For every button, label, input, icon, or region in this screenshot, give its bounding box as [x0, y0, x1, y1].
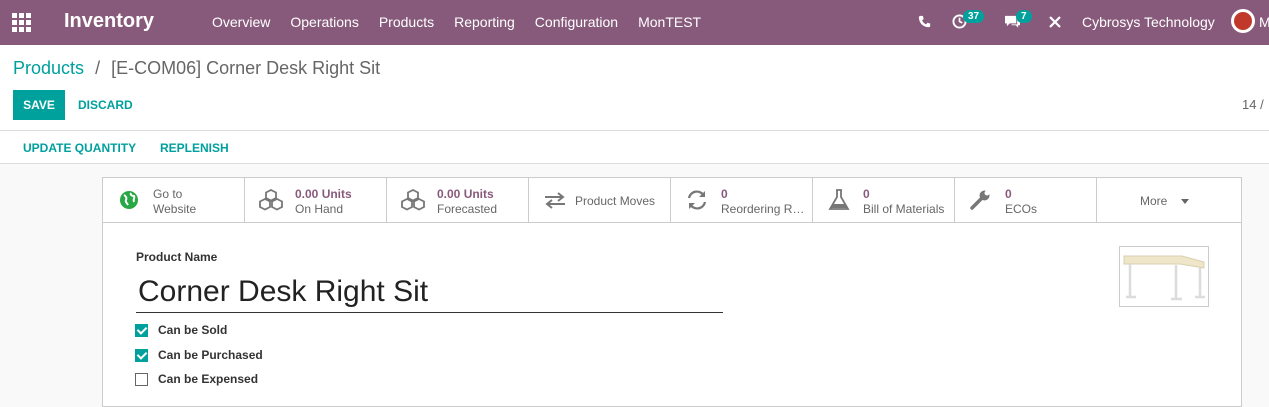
messages-count-badge: 7: [1016, 10, 1032, 23]
more-label: More: [1140, 194, 1168, 208]
smart-buttons-row: Go to Website 0.00 Units On Hand 0.00 Un…: [103, 178, 1241, 223]
pager-counter[interactable]: 14 /: [1242, 97, 1264, 112]
breadcrumb-separator: /: [95, 58, 101, 78]
cubes-icon: [259, 189, 283, 211]
update-quantity-button[interactable]: UPDATE QUANTITY: [23, 141, 136, 155]
product-moves-button[interactable]: Product Moves: [529, 178, 671, 222]
discard-button[interactable]: DISCARD: [78, 98, 133, 112]
product-name-label: Product Name: [136, 250, 218, 264]
bom-count: 0: [863, 187, 870, 201]
forecasted-value: 0.00 Units: [437, 187, 494, 201]
close-icon[interactable]: [1049, 16, 1061, 28]
wrench-icon: [970, 190, 990, 210]
more-dropdown[interactable]: More: [1097, 178, 1239, 222]
globe-icon: [120, 191, 138, 209]
activity-count-badge: 37: [963, 10, 985, 23]
cubes-icon: [401, 189, 425, 211]
breadcrumb: Products / [E-COM06] Corner Desk Right S…: [13, 58, 380, 79]
can-be-expensed-label: Can be Expensed: [158, 372, 259, 386]
flask-icon: [828, 189, 850, 210]
bill-of-materials-button[interactable]: 0 Bill of Materials: [813, 178, 955, 222]
can-be-sold-label: Can be Sold: [158, 323, 228, 337]
on-hand-button[interactable]: 0.00 Units On Hand: [245, 178, 387, 222]
user-name-initial[interactable]: M: [1259, 14, 1269, 30]
can-be-purchased-checkbox[interactable]: [135, 349, 148, 362]
exchange-icon: [545, 192, 565, 209]
desk-image: [1123, 255, 1205, 301]
menu-item-configuration[interactable]: Configuration: [535, 14, 618, 30]
company-switcher[interactable]: Cybrosys Technology: [1082, 14, 1215, 30]
menu-item-operations[interactable]: Operations: [290, 14, 358, 30]
smart-line2: Website: [153, 202, 197, 216]
menu-item-reporting[interactable]: Reporting: [454, 14, 515, 30]
menu-item-products[interactable]: Products: [379, 14, 434, 30]
can-be-expensed-checkbox[interactable]: [135, 373, 148, 386]
refresh-icon: [687, 190, 707, 210]
smart-line1: Go to: [153, 187, 183, 201]
main-menu: Overview Operations Products Reporting C…: [212, 14, 721, 30]
product-name-input[interactable]: [136, 271, 723, 313]
forecasted-label: Forecasted: [437, 202, 498, 216]
form-statusbar: UPDATE QUANTITY REPLENISH: [0, 130, 1269, 164]
app-title[interactable]: Inventory: [64, 10, 154, 33]
ecos-button[interactable]: 0 ECOs: [955, 178, 1097, 222]
ecos-count: 0: [1005, 187, 1012, 201]
go-to-website-button[interactable]: Go to Website: [103, 178, 245, 222]
product-moves-label: Product Moves: [575, 194, 656, 208]
user-avatar[interactable]: [1231, 9, 1255, 33]
replenish-button[interactable]: REPLENISH: [160, 141, 229, 155]
breadcrumb-current: [E-COM06] Corner Desk Right Sit: [111, 58, 381, 78]
ecos-label: ECOs: [1005, 202, 1038, 216]
save-button[interactable]: SAVE: [13, 90, 65, 120]
can-be-sold-checkbox[interactable]: [135, 324, 148, 337]
apps-menu-icon[interactable]: [12, 13, 31, 32]
bom-label: Bill of Materials: [863, 202, 945, 216]
control-panel: Products / [E-COM06] Corner Desk Right S…: [0, 45, 1269, 130]
product-image[interactable]: [1119, 246, 1209, 307]
reordering-rules-button[interactable]: 0 Reordering Rules: [671, 178, 813, 222]
top-navbar: Inventory Overview Operations Products R…: [0, 0, 1269, 45]
can-be-purchased-label: Can be Purchased: [158, 348, 263, 362]
on-hand-value: 0.00 Units: [295, 187, 352, 201]
breadcrumb-products-link[interactable]: Products: [13, 58, 84, 78]
reordering-rules-label: Reordering Rules: [721, 202, 809, 216]
menu-item-overview[interactable]: Overview: [212, 14, 270, 30]
on-hand-label: On Hand: [295, 202, 344, 216]
caret-down-icon: [1181, 199, 1189, 204]
phone-icon[interactable]: [918, 15, 931, 28]
forecasted-button[interactable]: 0.00 Units Forecasted: [387, 178, 529, 222]
menu-item-montest[interactable]: MonTEST: [638, 14, 701, 30]
reordering-rules-count: 0: [721, 187, 728, 201]
product-form-sheet: Go to Website 0.00 Units On Hand 0.00 Un…: [102, 177, 1242, 407]
